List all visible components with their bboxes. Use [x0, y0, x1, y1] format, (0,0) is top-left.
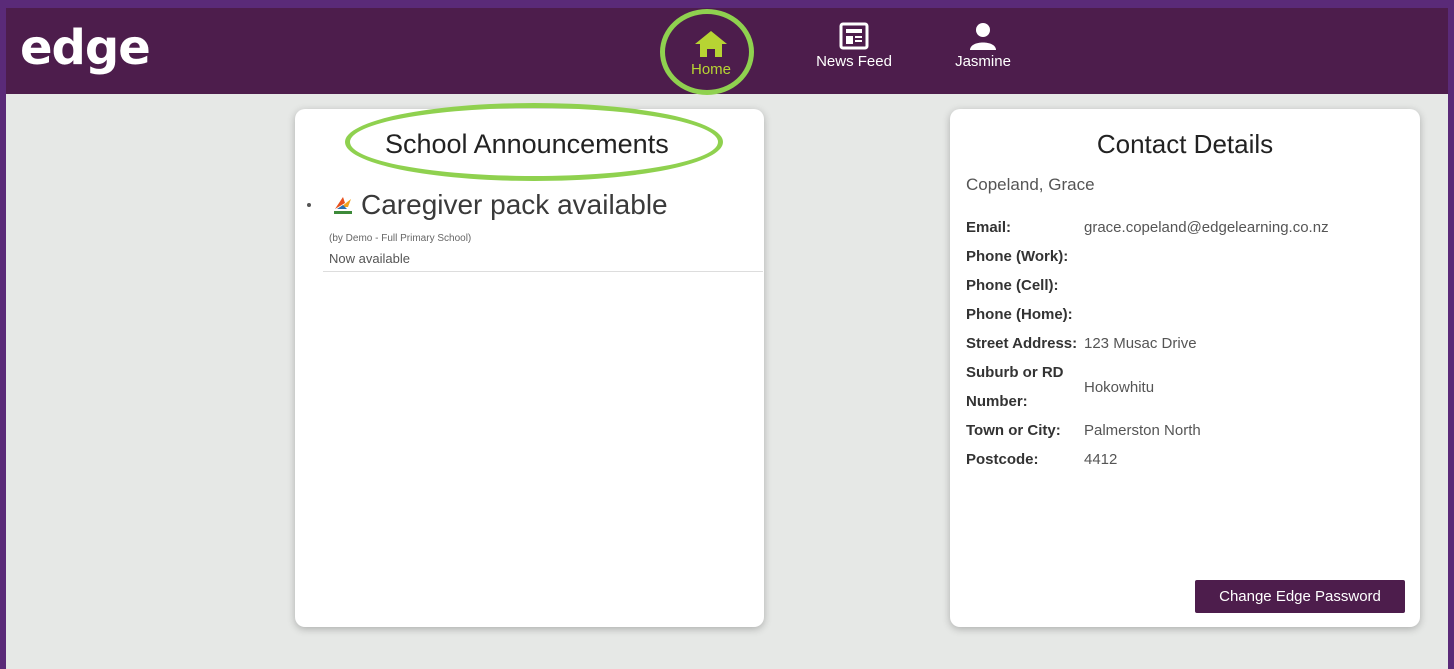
field-label: Postcode: — [966, 451, 1039, 468]
contact-name: Copeland, Grace — [966, 175, 1095, 194]
nav-user-profile[interactable]: Jasmine — [946, 22, 1020, 70]
home-icon — [695, 31, 727, 57]
contact-row-phone-home: Phone (Home): — [966, 300, 1329, 329]
contact-row-street: Street Address: 123 Musac Drive — [966, 329, 1329, 358]
field-label: Town or City: — [966, 422, 1061, 439]
newspaper-icon — [839, 22, 869, 50]
contact-row-phone-work: Phone (Work): — [966, 242, 1329, 271]
contact-row-town: Town or City: Palmerston North — [966, 416, 1329, 445]
user-icon — [970, 23, 996, 50]
contact-fields: Email: grace.copeland@edgelearning.co.nz… — [966, 213, 1329, 474]
contact-details-panel: Contact Details Copeland, Grace Email: g… — [950, 109, 1420, 627]
field-label: Suburb or RD Number: — [966, 364, 1064, 410]
nav-news-feed-label: News Feed — [816, 53, 892, 70]
nav-home[interactable]: Home — [666, 12, 756, 96]
top-navigation-bar: edge Home News Feed Jasmine — [6, 8, 1448, 96]
contact-row-phone-cell: Phone (Cell): — [966, 271, 1329, 300]
nav-news-feed[interactable]: News Feed — [806, 22, 902, 70]
contact-row-email: Email: grace.copeland@edgelearning.co.nz — [966, 213, 1329, 242]
field-label: Phone (Home): — [966, 306, 1073, 323]
announcement-body: Now available — [329, 251, 410, 266]
bird-of-paradise-icon — [334, 197, 352, 214]
edge-logo[interactable]: edge — [20, 24, 151, 72]
contact-row-postcode: Postcode: 4412 — [966, 445, 1329, 474]
field-label: Email: — [966, 219, 1012, 236]
contact-title: Contact Details — [1096, 129, 1274, 159]
list-bullet — [307, 203, 311, 207]
field-label: Street Address: — [966, 335, 1078, 352]
field-label: Phone (Work): — [966, 248, 1069, 265]
change-password-button[interactable]: Change Edge Password — [1195, 580, 1405, 613]
postcode-value: 4412 — [1084, 451, 1118, 468]
nav-home-label: Home — [690, 61, 731, 78]
town-value: Palmerston North — [1084, 422, 1201, 439]
school-announcements-panel: School Announcements Caregiver pack avai… — [295, 103, 764, 627]
announcements-title: School Announcements — [385, 129, 669, 159]
email-value: grace.copeland@edgelearning.co.nz — [1084, 219, 1329, 236]
divider — [323, 271, 763, 272]
announcement-headline[interactable]: Caregiver pack available — [361, 189, 668, 221]
field-label: Phone (Cell): — [966, 277, 1059, 294]
suburb-value: Hokowhitu — [1084, 378, 1155, 396]
contact-row-suburb: Suburb or RD Number: Hokowhitu — [966, 358, 1329, 416]
street-value: 123 Musac Drive — [1084, 335, 1197, 352]
app-frame: edge Home News Feed Jasmine School Annou… — [6, 8, 1448, 669]
announcement-author: (by Demo - Full Primary School) — [329, 233, 472, 244]
nav-user-label: Jasmine — [955, 53, 1011, 70]
